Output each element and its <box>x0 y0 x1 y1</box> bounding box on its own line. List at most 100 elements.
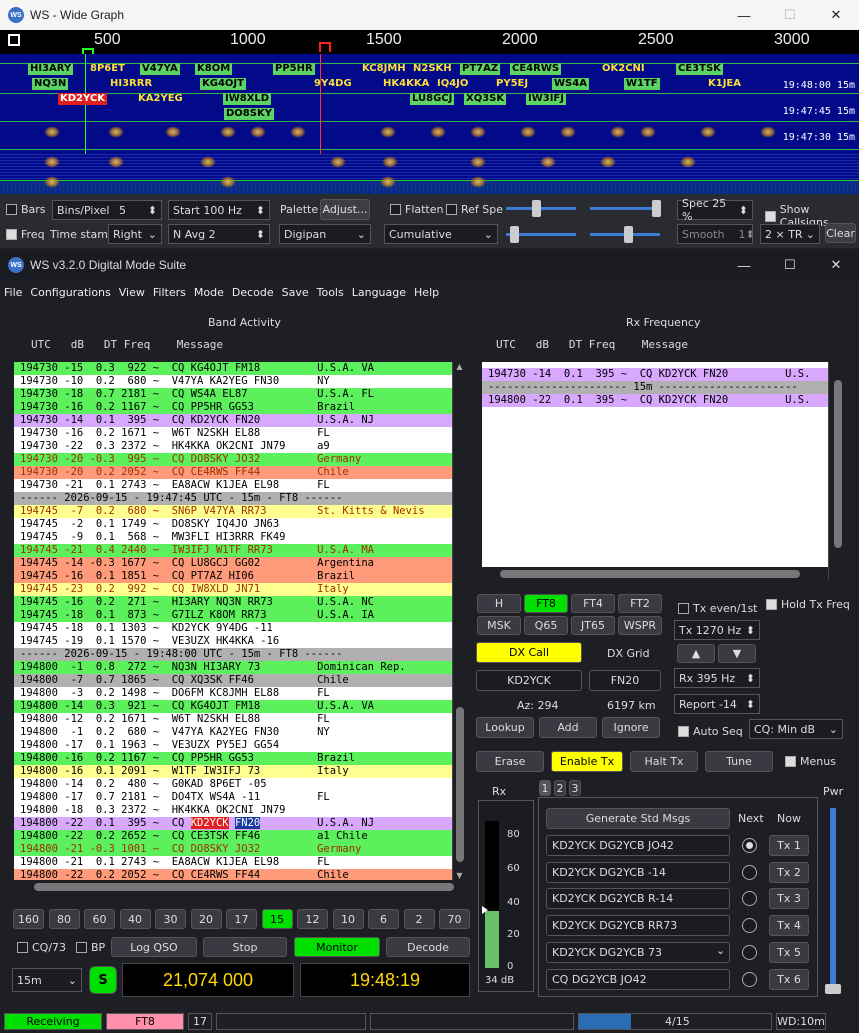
mode-h-button[interactable]: H <box>477 594 521 613</box>
list-item[interactable]: 194800 -3 0.2 1498 ~ DO6FM KC8JMH EL88 F… <box>14 687 452 700</box>
list-item[interactable]: 194730 -15 0.3 922 ~ CQ KG4OJT FM18 U.S.… <box>14 362 452 375</box>
tr-select[interactable]: 2 × TR ⌄ <box>760 224 820 244</box>
list-item[interactable]: 194800 -22 0.2 2052 ~ CQ CE4RWS FF44 Chi… <box>14 869 452 880</box>
tab-1[interactable]: 1 <box>539 780 551 796</box>
gain-slider[interactable] <box>506 200 576 217</box>
close-icon[interactable]: ✕ <box>813 250 859 280</box>
next-radio[interactable] <box>742 864 757 880</box>
next-radio[interactable] <box>742 838 757 853</box>
waterfall-callsign[interactable]: IW3IFJ <box>526 93 566 105</box>
list-item[interactable]: 194745 -9 0.1 568 ~ MW3FLI HI3RRR FK49 <box>14 531 452 544</box>
tx-message-input[interactable]: KD2YCK DG2YCB RR73 <box>546 915 730 937</box>
mode-ft8-button[interactable]: FT8 <box>524 594 568 613</box>
list-item[interactable]: 194745 -16 0.1 1851 ~ CQ PT7AZ HI06 Braz… <box>14 570 452 583</box>
menu-decode[interactable]: Decode <box>228 284 278 302</box>
list-item[interactable]: 194800 -21 -0.3 1001 ~ CQ DO8SKY JO32 Ge… <box>14 843 452 856</box>
list-item[interactable]: 194745 -14 -0.3 1677 ~ CQ LU8GCJ GG02 Ar… <box>14 557 452 570</box>
list-item[interactable]: 194800 -16 0.2 1167 ~ CQ PP5HR GG53 Braz… <box>14 752 452 765</box>
band-15-button[interactable]: 15 <box>261 909 293 929</box>
band-activity-hscroll[interactable] <box>14 880 466 894</box>
menu-filters[interactable]: Filters <box>149 284 190 302</box>
adjust-button[interactable]: Adjust... <box>320 199 370 220</box>
waterfall-callsign[interactable]: N2SKH <box>411 63 454 75</box>
band-160-button[interactable]: 160 <box>13 909 44 929</box>
band-20-button[interactable]: 20 <box>190 909 222 929</box>
maximize-icon[interactable]: ☐ <box>767 0 813 30</box>
waterfall-callsign[interactable]: KD2YCK <box>58 93 107 105</box>
waterfall-callsign[interactable]: LU8GCJ <box>410 93 455 105</box>
band-60-button[interactable]: 60 <box>84 909 115 929</box>
menu-tools[interactable]: Tools <box>313 284 348 302</box>
next-radio[interactable] <box>742 944 757 960</box>
spec-slider[interactable] <box>590 226 660 243</box>
list-item[interactable]: 194800 -21 0.1 2743 ~ EA8ACW K1JEA EL98 … <box>14 856 452 869</box>
list-item[interactable]: 194800 -7 0.7 1865 ~ CQ XQ3SK FF46 Chile <box>14 674 452 687</box>
list-item[interactable]: ------ 2026-09-15 - 19:48:00 UTC - 15m -… <box>14 648 452 661</box>
tx-6-button[interactable]: Tx 6 <box>769 968 809 990</box>
dx-call-input[interactable]: KD2YCK <box>476 670 582 691</box>
menu-file[interactable]: File <box>0 284 26 302</box>
ignore-button[interactable]: Ignore <box>602 717 660 738</box>
list-item[interactable]: 194745 -18 0.1 873 ~ G7ILZ K8OM RR73 U.S… <box>14 609 452 622</box>
list-item[interactable]: 194800 -17 0.1 1963 ~ VE3UZX PY5EJ GG54 <box>14 739 452 752</box>
clear-button[interactable]: Clear <box>825 223 856 243</box>
auto-seq-checkbox[interactable]: Auto Seq <box>678 725 743 738</box>
rx-frequency-hscroll[interactable] <box>482 567 828 581</box>
lookup-button[interactable]: Lookup <box>476 717 534 738</box>
waterfall-callsign[interactable]: PT7AZ <box>460 63 501 75</box>
tx-freq-spinbox[interactable]: Tx 1270 Hz ⬍ <box>674 620 760 640</box>
list-item[interactable]: 194800 -22 0.1 395 ~ CQ KD2YCK FN20 U.S.… <box>14 817 452 830</box>
waterfall-callsign[interactable]: PY5EJ <box>494 78 530 90</box>
waterfall-callsign[interactable]: NQ3N <box>32 78 69 90</box>
tab-2[interactable]: 2 <box>554 780 566 796</box>
cq-select[interactable]: CQ: Min dB ⌄ <box>749 719 843 739</box>
waterfall-callsign[interactable]: V47YA <box>140 63 180 75</box>
list-item[interactable]: 194800 -14 0.3 921 ~ CQ KG4OJT FM18 U.S.… <box>14 700 452 713</box>
menu-save[interactable]: Save <box>278 284 313 302</box>
waterfall-callsign[interactable]: CE4RWS <box>510 63 562 75</box>
frequency-ruler[interactable]: 500 1000 1500 2000 2500 3000 <box>0 30 859 54</box>
list-item[interactable]: 194730 -20 0.2 2052 ~ CQ CE4RWS FF44 Chi… <box>14 466 452 479</box>
s-button[interactable]: S <box>89 966 117 994</box>
log-qso-button[interactable]: Log QSO <box>111 937 197 957</box>
bars-checkbox[interactable]: Bars <box>6 203 46 216</box>
halt-tx-button[interactable]: Halt Tx <box>630 751 698 772</box>
list-item[interactable]: 194730 -22 0.3 2372 ~ HK4KKA OK2CNI JN79… <box>14 440 452 453</box>
bp-checkbox[interactable]: BP <box>76 941 105 954</box>
list-item[interactable]: 194745 -18 0.1 1303 ~ KD2YCK 9Y4DG -11 <box>14 622 452 635</box>
next-radio[interactable] <box>742 918 757 934</box>
waterfall-callsign[interactable]: XQ3SK <box>464 93 507 105</box>
erase-button[interactable]: Erase <box>476 751 544 772</box>
list-item[interactable]: 194730 -14 0.1 395 ~ CQ KD2YCK FN20 U.S.… <box>14 414 452 427</box>
minimize-icon[interactable]: — <box>721 0 767 30</box>
timestamp-select[interactable]: Right ⌄ <box>108 224 162 244</box>
list-item[interactable]: ---------------------- 15m -------------… <box>482 381 828 394</box>
list-item[interactable]: 194730 -14 0.1 395 ~ CQ KD2YCK FN20 U.S. <box>482 368 828 381</box>
waterfall-callsign[interactable]: W1TF <box>624 78 660 90</box>
list-item[interactable]: 194800 -1 0.2 680 ~ V47YA KA2YEG FN30 NY <box>14 726 452 739</box>
maximize-icon[interactable]: ☐ <box>767 250 813 280</box>
list-item[interactable]: 194730 -18 0.7 2181 ~ CQ WS4A EL87 U.S.A… <box>14 388 452 401</box>
power-slider[interactable] <box>825 808 841 994</box>
monitor-button[interactable]: Monitor <box>294 937 380 957</box>
mode-ft2-button[interactable]: FT2 <box>618 594 662 613</box>
tx-message-input[interactable]: KD2YCK DG2YCB JO42 <box>546 835 730 856</box>
menu-mode[interactable]: Mode <box>190 284 228 302</box>
band-70-button[interactable]: 70 <box>439 909 470 929</box>
mode-ft4-button[interactable]: FT4 <box>571 594 615 613</box>
cq73-checkbox[interactable]: CQ/73 <box>17 941 66 954</box>
waterfall-callsign[interactable]: CE3TSK <box>676 63 723 75</box>
tune-button[interactable]: Tune <box>705 751 773 772</box>
list-item[interactable]: 194730 -20 -0.3 995 ~ CQ DO8SKY JO32 Ger… <box>14 453 452 466</box>
band-6-button[interactable]: 6 <box>368 909 399 929</box>
ref-spec-checkbox[interactable]: Ref Spe <box>446 203 503 216</box>
band-2-button[interactable]: 2 <box>403 909 435 929</box>
list-item[interactable]: 194745 -23 0.2 992 ~ CQ IW8XLD JN71 Ital… <box>14 583 452 596</box>
palette-select[interactable]: Digipan ⌄ <box>279 224 371 244</box>
tab-3[interactable]: 3 <box>569 780 581 796</box>
band-10-button[interactable]: 10 <box>332 909 364 929</box>
waterfall-callsign[interactable]: HI3ARY <box>28 63 74 75</box>
bins-per-pixel[interactable]: Bins/Pixel 5 ⬍ <box>52 200 162 220</box>
mode-msk-button[interactable]: MSK <box>477 616 521 635</box>
cumulative-select[interactable]: Cumulative ⌄ <box>384 224 498 244</box>
